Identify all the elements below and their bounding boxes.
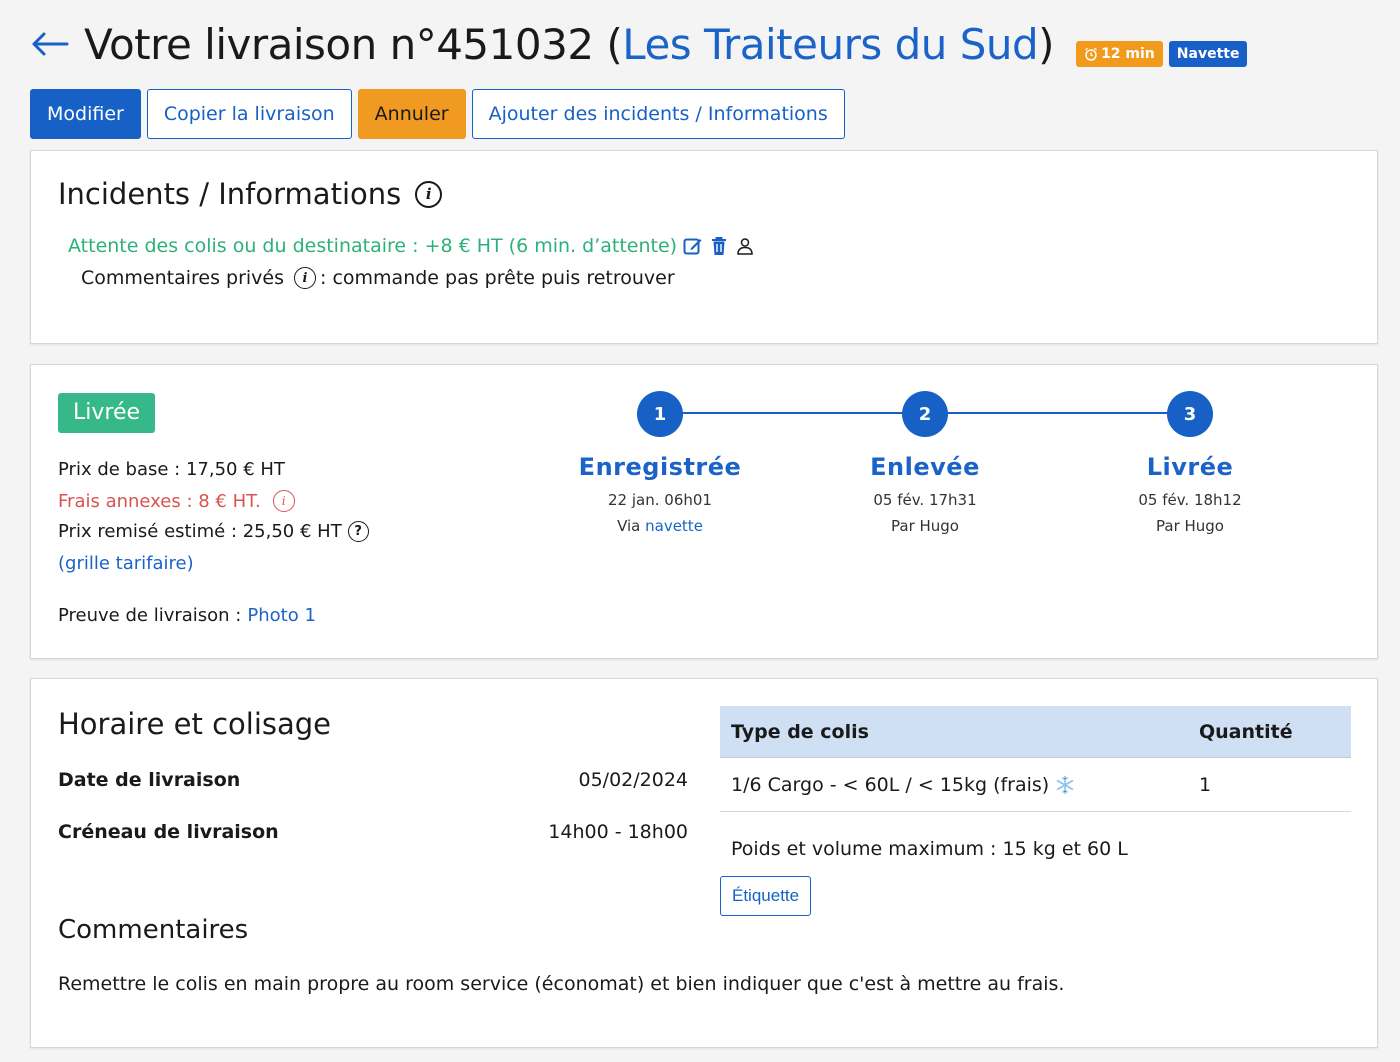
extra-fees: Frais annexes : 8 € HT. i	[58, 490, 295, 512]
base-price: Prix de base : 17,50 € HT	[58, 459, 285, 480]
extra-fees-text: Frais annexes : 8 € HT.	[58, 490, 261, 512]
private-comment-info-icon[interactable]: i	[294, 267, 317, 289]
incident-text: Attente des colis ou du destinataire : +…	[68, 235, 678, 257]
time-badge-label: 12 min	[1101, 46, 1155, 62]
snowflake-icon	[1057, 775, 1074, 794]
step-2-name: Enlevée	[870, 453, 980, 481]
incident-item: Attente des colis ou du destinataire : +…	[68, 235, 755, 257]
step-3-name: Livrée	[1146, 453, 1234, 481]
time-badge: 12 min	[1076, 41, 1163, 67]
private-comment-text: : commande pas prête puis retrouver	[320, 267, 675, 289]
price-grid-link[interactable]: (grille tarifaire)	[58, 553, 194, 574]
price-grid: (grille tarifaire)	[58, 553, 194, 574]
package-type-header: Type de colis	[731, 720, 869, 743]
step-1-by: Via navette	[530, 517, 790, 535]
base-price-text: Prix de base : 17,50 € HT	[58, 459, 285, 480]
step-2-by: Par Hugo	[891, 517, 959, 535]
step-3-by: Par Hugo	[1156, 517, 1224, 535]
delivery-slot-label: Créneau de livraison	[58, 821, 279, 843]
delivery-slot-value: 14h00 - 18h00	[548, 821, 688, 843]
max-weight-note: Poids et volume maximum : 15 kg et 60 L	[731, 838, 1128, 860]
label-button[interactable]: Étiquette	[720, 876, 812, 916]
status-badge: Livrée	[58, 393, 156, 433]
table-row: 1/6 Cargo - < 60L / < 15kg (frais) 1	[720, 758, 1351, 812]
delivery-proof: Preuve de livraison : Photo 1	[58, 605, 316, 626]
step-2-circle: 2	[902, 391, 948, 437]
delivery-slot-row: Créneau de livraison 14h00 - 18h00	[58, 821, 688, 843]
schedule-title: Horaire et colisage	[58, 707, 332, 741]
step-1-by-prefix: Via	[617, 517, 646, 535]
incidents-header: Incidents / Informations i	[58, 177, 443, 211]
client-link[interactable]: Les Traiteurs du Sud	[622, 20, 1038, 69]
back-arrow-icon[interactable]	[30, 24, 70, 64]
delivery-date-label: Date de livraison	[58, 769, 241, 791]
package-qty-cell: 1	[1199, 773, 1212, 796]
edit-button[interactable]: Modifier	[30, 89, 141, 139]
add-incident-button[interactable]: Ajouter des incidents / Informations	[471, 89, 845, 139]
package-table: Type de colis Quantité 1/6 Cargo - < 60L…	[720, 706, 1351, 812]
fees-info-icon[interactable]: i	[272, 490, 295, 512]
step-3-circle: 3	[1167, 391, 1213, 437]
page-title: Votre livraison n°451032 (Les Traiteurs …	[84, 19, 1055, 69]
copy-delivery-button[interactable]: Copier la livraison	[146, 89, 352, 139]
help-icon[interactable]: ?	[347, 521, 369, 542]
trash-icon[interactable]	[709, 236, 729, 256]
delivery-date-row: Date de livraison 05/02/2024	[58, 769, 688, 791]
estimated-price: Prix remisé estimé : 25,50 € HT ?	[58, 521, 369, 542]
status-card: Livrée Prix de base : 17,50 € HT Frais a…	[30, 364, 1378, 659]
private-comment: Commentaires privés i : commande pas prê…	[81, 267, 675, 289]
page-header: Votre livraison n°451032 (Les Traiteurs …	[30, 14, 1370, 74]
title-prefix: Votre livraison n°451032 (	[84, 19, 623, 69]
package-type-cell: 1/6 Cargo - < 60L / < 15kg (frais)	[720, 774, 1199, 796]
step-2-date: 05 fév. 17h31	[873, 491, 977, 509]
comments-title: Commentaires	[58, 915, 249, 945]
info-icon[interactable]: i	[415, 180, 443, 208]
edit-icon[interactable]	[683, 236, 703, 256]
shuttle-badge: Navette	[1168, 41, 1248, 67]
title-suffix: )	[1038, 19, 1055, 69]
proof-photo-link[interactable]: Photo 1	[247, 605, 316, 626]
package-table-header: Type de colis Quantité	[720, 706, 1351, 758]
comments-text: Remettre le colis en main propre au room…	[58, 973, 1065, 995]
action-bar: Modifier Copier la livraison Annuler Ajo…	[30, 89, 845, 139]
estimated-price-text: Prix remisé estimé : 25,50 € HT	[58, 521, 342, 542]
delivery-date-value: 05/02/2024	[578, 769, 688, 791]
package-type-text: 1/6 Cargo - < 60L / < 15kg (frais)	[731, 773, 1050, 796]
step-1-circle: 1	[637, 391, 683, 437]
step-1-date: 22 jan. 06h01	[608, 491, 712, 509]
cancel-button[interactable]: Annuler	[357, 89, 466, 139]
user-icon[interactable]	[735, 236, 755, 256]
step-3-date: 05 fév. 18h12	[1138, 491, 1242, 509]
private-comment-label: Commentaires privés	[81, 267, 285, 289]
schedule-card: Horaire et colisage Date de livraison 05…	[30, 678, 1378, 1048]
step-1-name: Enregistrée	[578, 453, 742, 481]
incidents-card: Incidents / Informations i Attente des c…	[30, 150, 1378, 344]
shuttle-link[interactable]: navette	[645, 517, 703, 535]
alarm-clock-icon	[1085, 47, 1097, 61]
incidents-title: Incidents / Informations	[58, 177, 402, 211]
delivery-proof-label: Preuve de livraison :	[58, 605, 242, 626]
package-qty-header: Quantité	[1199, 720, 1293, 743]
